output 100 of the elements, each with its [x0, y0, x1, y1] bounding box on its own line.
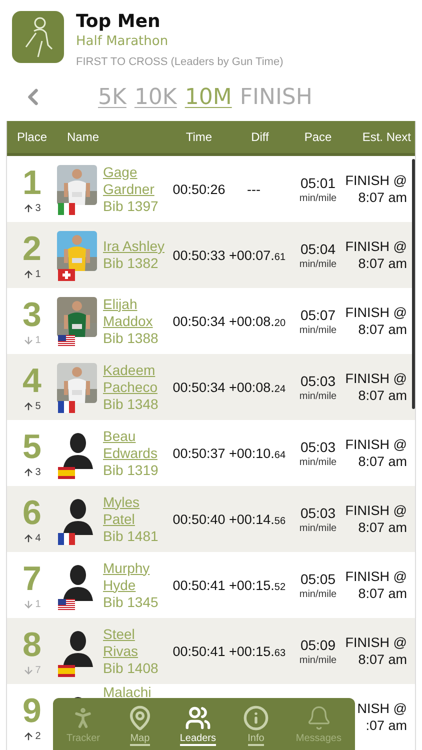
nav-tab[interactable]: Info [240, 702, 271, 746]
event-title: Top Men [76, 11, 162, 33]
column-header: Time [184, 130, 214, 144]
place-number: 7 [22, 560, 42, 596]
estimated-next: FINISH @ [345, 634, 407, 651]
time-cell-text: 00:50:37 [172, 446, 226, 460]
time-cell-text: 00:50:41 [172, 644, 226, 658]
position-change: 5 [35, 400, 41, 412]
estimated-next: 8:07 am [358, 453, 407, 470]
estimated-next: 8:07 am [358, 387, 407, 404]
pace-value: 05:05 [300, 570, 336, 586]
pace-value: 05:01 [300, 174, 336, 190]
estimated-next: FINISH @ [345, 436, 407, 453]
position-change: 1 [35, 268, 41, 280]
pace-unit: min/mile [299, 324, 337, 336]
bib-number: Bib 1382 [103, 255, 160, 272]
column-header: Name [66, 130, 100, 144]
runner-name-link[interactable]: Murphy Hyde [103, 560, 169, 594]
diff-cell-text: --- [246, 182, 262, 196]
bib-number: Bib 1345 [103, 594, 160, 610]
pace-value: 05:09 [300, 636, 336, 652]
nav-tab[interactable]: Leaders [178, 702, 218, 746]
estimated-next: 8:07 am [358, 189, 407, 206]
place-number: 6 [22, 494, 42, 530]
pace-value: 05:03 [300, 504, 336, 520]
runner-name-link[interactable]: Kadeem Pacheco [103, 362, 169, 396]
time-cell-text: 00:50:34 [172, 314, 226, 328]
pace-value: 05:04 [300, 240, 336, 256]
position-change: 3 [35, 466, 41, 478]
diff-cell-text: +00:10.64 [229, 446, 287, 460]
bib-number: Bib 1388 [103, 330, 160, 346]
runner-name-link[interactable]: Beau Edwards [103, 428, 169, 462]
estimated-next: FINISH @ [345, 502, 407, 519]
time-cell-text: 00:50:41 [172, 578, 226, 592]
place-number: 9 [22, 692, 42, 728]
runner-name-link[interactable]: Ira Ashley [103, 238, 169, 255]
place-number: 1 [22, 164, 42, 200]
time-cell-text: 00:50:26 [172, 182, 226, 196]
position-change: 1 [35, 334, 41, 346]
runner-name-link[interactable]: Myles Patel [103, 494, 169, 528]
diff-cell-text: +00:15.63 [229, 644, 287, 658]
app-logo-icon [12, 11, 64, 63]
pace-unit: min/mile [299, 588, 337, 600]
pace-unit: min/mile [299, 522, 337, 534]
time-cell-text: 00:50:34 [172, 380, 226, 394]
diff-cell-text: +00:08.24 [229, 380, 287, 394]
info-icon [242, 705, 269, 731]
pace-unit: min/mile [299, 192, 337, 204]
time-cell-text: 00:50:33 [172, 248, 226, 262]
bib-number: Bib 1397 [103, 198, 160, 214]
estimated-next: FINISH @ [345, 568, 407, 585]
pace-unit: min/mile [299, 654, 337, 666]
diff-cell-text: +00:15.52 [229, 578, 287, 592]
estimated-next: :07 am [366, 717, 407, 734]
diff-cell-text: +00:07.61 [229, 248, 287, 262]
runner-name-link[interactable]: Steel Rivas [103, 626, 169, 660]
bell-icon [306, 705, 332, 731]
estimated-next: 8:07 am [358, 651, 407, 668]
nav-tab[interactable]: Map [124, 702, 155, 746]
estimated-next: 8:07 am [358, 585, 407, 602]
estimated-next: NISH @ [357, 700, 407, 717]
pace-value: 05:03 [300, 438, 336, 454]
bib-number: Bib 1408 [103, 660, 160, 676]
bib-number: Bib 1348 [103, 396, 160, 412]
position-change: 7 [35, 664, 41, 676]
place-number: 3 [22, 296, 42, 332]
split-tab[interactable]: 10K [134, 84, 177, 110]
place-number: 4 [22, 362, 42, 398]
position-change: 3 [35, 202, 41, 214]
place-number: 5 [22, 428, 42, 464]
split-tab[interactable]: 10M [184, 84, 232, 110]
position-change: 4 [35, 532, 41, 544]
split-tab[interactable]: 5K [98, 84, 126, 110]
bib-number: Bib 1319 [103, 462, 160, 478]
time-cell-text: 00:50:40 [172, 512, 226, 526]
race-name: Half Marathon [76, 33, 170, 51]
runner-name-link[interactable]: Elijah Maddox [103, 296, 169, 330]
column-header: Est. Next [361, 130, 412, 144]
leaderboard-caption: FIRST TO CROSS (Leaders by Gun Time) [76, 56, 284, 68]
place-number: 2 [22, 230, 42, 266]
group-icon [184, 705, 211, 731]
estimated-next: FINISH @ [345, 172, 407, 189]
estimated-next: FINISH @ [345, 238, 407, 255]
position-change: 1 [35, 598, 41, 610]
diff-cell-text: +00:14.56 [229, 512, 287, 526]
pace-value: 05:03 [300, 372, 336, 388]
runner-name-link[interactable]: Malachi [103, 684, 169, 701]
pace-value: 05:07 [300, 306, 336, 322]
estimated-next: 8:07 am [358, 255, 407, 272]
pace-unit: min/mile [299, 258, 337, 270]
estimated-next: 8:07 am [358, 321, 407, 338]
estimated-next: FINISH @ [345, 370, 407, 387]
diff-cell-text: +00:08.20 [229, 314, 287, 328]
column-header: Place [16, 130, 48, 144]
estimated-next: 8:07 am [358, 519, 407, 536]
runner-name-link[interactable]: Gage Gardner [103, 164, 169, 198]
column-header: Diff [250, 130, 270, 144]
estimated-next: FINISH @ [345, 304, 407, 321]
position-change: 2 [35, 730, 41, 742]
bib-number: Bib 1481 [103, 528, 160, 544]
